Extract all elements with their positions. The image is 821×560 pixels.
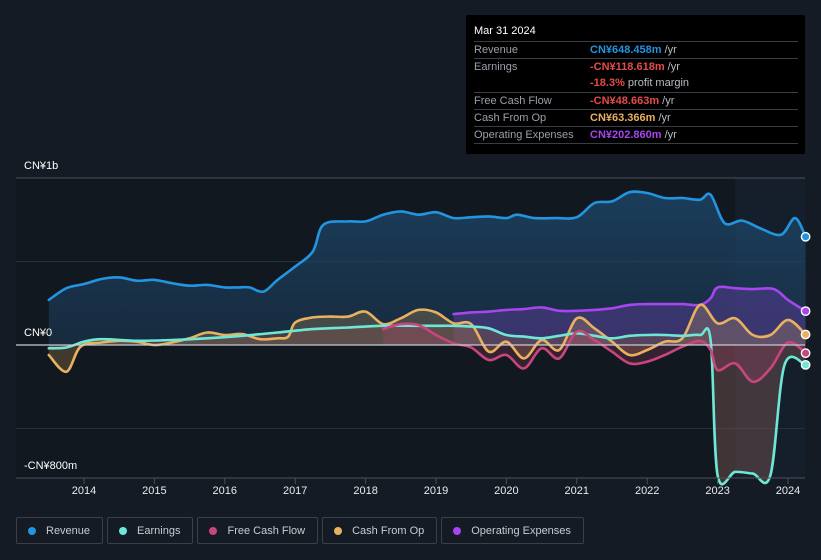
tooltip-row: Earnings -CN¥118.618m /yr bbox=[474, 58, 798, 76]
x-tick-label: 2018 bbox=[353, 485, 378, 497]
tooltip-value-text: CN¥648.458m bbox=[590, 44, 662, 56]
tooltip-value-text: -CN¥118.618m bbox=[590, 61, 665, 73]
tooltip-date: Mar 31 2024 bbox=[474, 25, 536, 37]
tooltip-panel: Mar 31 2024 Revenue CN¥648.458m /yr Earnin… bbox=[466, 15, 805, 154]
tooltip-value-text: -18.3% bbox=[590, 77, 625, 89]
legend-label: Free Cash Flow bbox=[227, 524, 306, 537]
x-tick-label: 2020 bbox=[494, 485, 519, 497]
y-tick-label-bottom: -CN¥800m bbox=[24, 460, 78, 472]
legend-dot-icon bbox=[453, 526, 462, 535]
x-tick-label: 2021 bbox=[564, 485, 590, 497]
y-tick-label-zero: CN¥0 bbox=[24, 327, 53, 339]
tooltip-bottom-rule bbox=[474, 143, 798, 161]
revenue-endpoint-marker bbox=[800, 231, 811, 242]
x-tick-label: 2023 bbox=[705, 485, 730, 497]
tooltip-unit: /yr bbox=[661, 44, 677, 56]
tooltip-unit: profit margin bbox=[624, 77, 690, 89]
free-cash-flow-endpoint-marker bbox=[800, 348, 811, 359]
tooltip-unit: /yr bbox=[661, 129, 677, 141]
tooltip-row: Cash From Op CN¥63.366m /yr bbox=[474, 109, 798, 127]
x-tick-label: 2015 bbox=[142, 485, 167, 497]
tooltip-value: -CN¥48.663m /yr bbox=[590, 95, 674, 107]
legend-label: Cash From Op bbox=[352, 524, 425, 537]
tooltip-unit: /yr bbox=[659, 95, 675, 107]
tooltip-row: Operating Expenses CN¥202.860m /yr bbox=[474, 126, 798, 144]
x-tick-label: 2017 bbox=[282, 485, 308, 497]
tooltip-row: Free Cash Flow -CN¥48.663m /yr bbox=[474, 92, 798, 110]
legend-item-revenue[interactable]: Revenue bbox=[16, 517, 104, 544]
x-tick-label: 2014 bbox=[71, 485, 97, 497]
tooltip-label: Cash From Op bbox=[474, 112, 547, 124]
tooltip-row: Revenue CN¥648.458m /yr bbox=[474, 41, 798, 59]
tooltip-value: CN¥648.458m /yr bbox=[590, 44, 677, 56]
y-tick-label-top: CN¥1b bbox=[24, 160, 59, 172]
legend-dot-icon bbox=[119, 526, 128, 535]
earnings-endpoint-marker bbox=[800, 359, 811, 370]
tooltip-value-text: CN¥63.366m bbox=[590, 112, 656, 124]
legend-item-earnings[interactable]: Earnings bbox=[107, 517, 194, 544]
tooltip-label: Revenue bbox=[474, 44, 519, 56]
legend-label: Operating Expenses bbox=[471, 524, 571, 537]
legend-dot-icon bbox=[28, 526, 36, 535]
tooltip-value: -CN¥118.618m /yr bbox=[590, 61, 680, 73]
tooltip-row: -18.3% profit margin bbox=[474, 75, 798, 92]
tooltip-value: CN¥202.860m /yr bbox=[590, 129, 677, 141]
cash-from-op-endpoint-marker bbox=[800, 329, 811, 340]
x-tick-label: 2019 bbox=[423, 485, 449, 497]
x-tick-label: 2022 bbox=[634, 485, 660, 497]
legend-item-operating-expenses[interactable]: Operating Expenses bbox=[441, 517, 584, 544]
legend-label: Revenue bbox=[46, 524, 91, 537]
legend-item-cash-from-op[interactable]: Cash From Op bbox=[322, 517, 438, 544]
tooltip-value-text: CN¥202.860m bbox=[590, 129, 662, 141]
legend-dot-icon bbox=[209, 526, 218, 535]
legend: Revenue Earnings Free Cash Flow Cash From O… bbox=[16, 517, 584, 544]
tooltip-unit: /yr bbox=[664, 61, 680, 73]
tooltip-label: Earnings bbox=[474, 61, 518, 73]
tooltip-value: CN¥63.366m /yr bbox=[590, 112, 671, 124]
tooltip-label: Operating Expenses bbox=[474, 129, 574, 141]
legend-label: Earnings bbox=[137, 524, 181, 537]
tooltip-label: Free Cash Flow bbox=[474, 95, 552, 107]
operating-expenses-endpoint-marker bbox=[800, 306, 811, 316]
x-tick-label: 2016 bbox=[212, 485, 238, 497]
legend-item-free-cash-flow[interactable]: Free Cash Flow bbox=[197, 517, 319, 544]
tooltip-value: -18.3% profit margin bbox=[590, 77, 689, 89]
legend-dot-icon bbox=[334, 526, 343, 535]
x-tick-label: 2024 bbox=[775, 485, 801, 497]
tooltip-value-text: -CN¥48.663m bbox=[590, 95, 660, 107]
tooltip-unit: /yr bbox=[655, 112, 671, 124]
